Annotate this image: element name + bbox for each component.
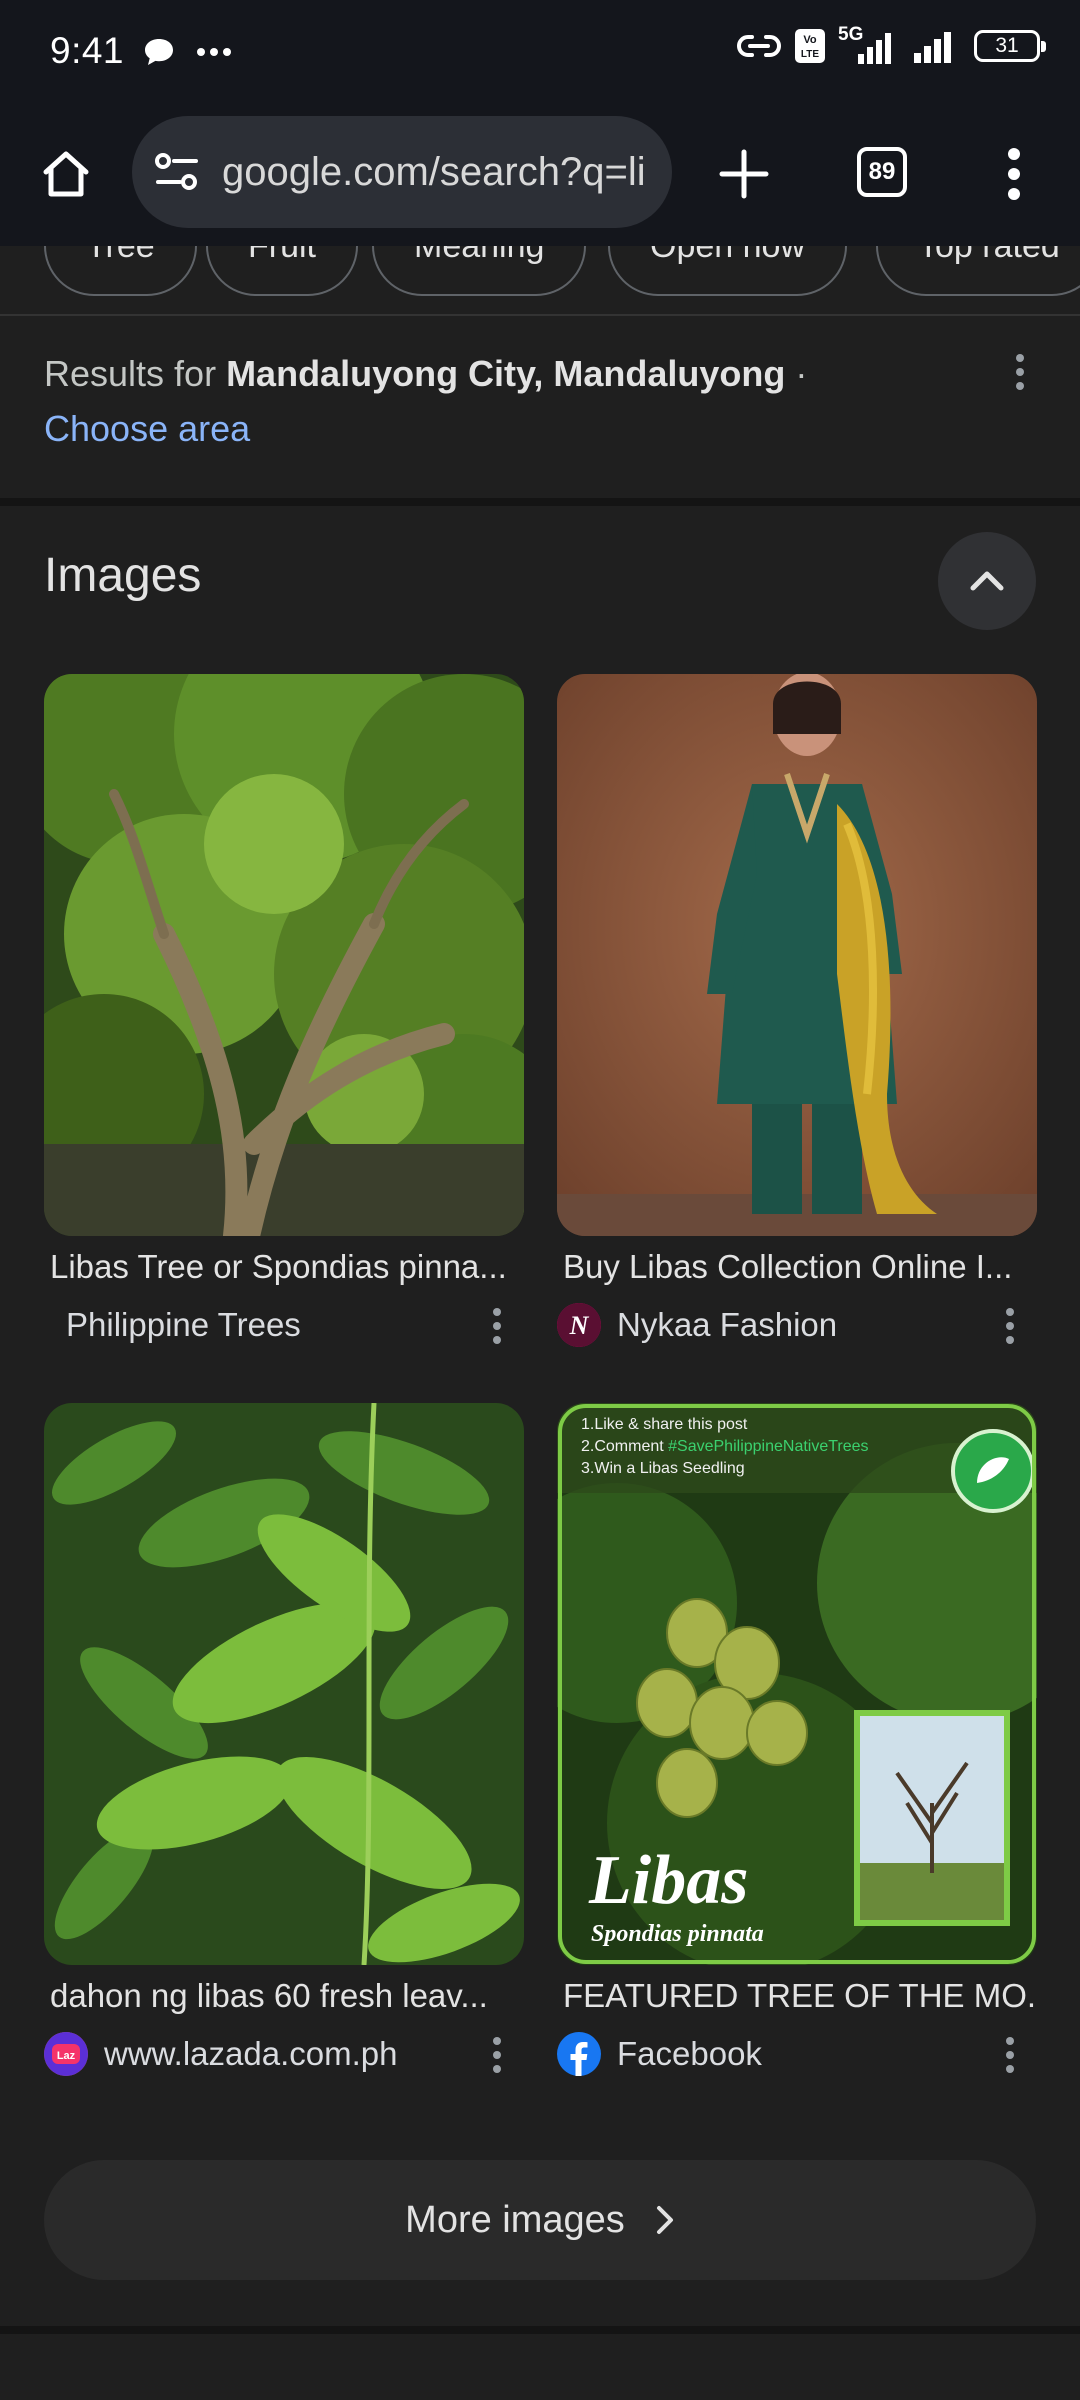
svg-text:N: N [569, 1311, 590, 1340]
tab-switcher-button[interactable]: 89 [844, 134, 920, 210]
signal-strength-2-icon [914, 32, 951, 63]
poster-title: Libas [588, 1842, 748, 1919]
battery-indicator: 31 [974, 30, 1046, 62]
url-text: google.com/search?q=li [222, 149, 646, 194]
hotspot-link-icon [737, 35, 781, 57]
image-thumbnail-tree[interactable] [44, 674, 524, 1236]
choose-area-link[interactable]: Choose area [44, 408, 250, 449]
collapse-images-button[interactable] [938, 532, 1036, 630]
more-images-label: More images [405, 2198, 625, 2241]
chip-top-rated[interactable]: Top rated [876, 246, 1080, 296]
volte-icon: Vo LTE [795, 29, 825, 63]
images-section-title: Images [44, 549, 202, 602]
image-caption[interactable]: Buy Libas Collection Online I... [557, 1248, 1037, 1286]
browser-menu-button[interactable] [978, 136, 1050, 212]
section-divider [0, 2326, 1080, 2334]
poster-line-3: 3.Win a Libas Seedling [581, 1460, 745, 1477]
svg-text:Laz: Laz [57, 2050, 76, 2062]
source-name: Philippine Trees [66, 1306, 301, 1343]
more-vert-icon[interactable] [490, 1306, 504, 1346]
plus-icon [719, 149, 769, 199]
network-5g-label: 5G [838, 24, 900, 64]
svg-text:LTE: LTE [801, 49, 819, 60]
status-time: 9:41 [50, 30, 125, 71]
image-result-card[interactable]: Libas Tree or Spondias pinna... Philippi… [44, 674, 524, 1348]
image-caption[interactable]: dahon ng libas 60 fresh leav... [44, 1977, 524, 2015]
chip-tree[interactable]: Tree [44, 246, 197, 296]
image-caption[interactable]: FEATURED TREE OF THE MO... [557, 1977, 1037, 2015]
location-name: Mandaluyong City, Mandaluyong [226, 353, 786, 394]
more-vert-icon[interactable] [490, 2035, 504, 2075]
image-source[interactable]: Facebook [557, 2031, 1037, 2077]
chip-open-now[interactable]: Open now [608, 246, 847, 296]
more-vert-icon [1008, 148, 1020, 200]
home-icon [43, 151, 89, 197]
svg-text:Vo: Vo [803, 34, 817, 46]
site-settings-icon [155, 153, 198, 190]
more-vert-icon[interactable] [1003, 1306, 1017, 1346]
new-tab-button[interactable] [706, 136, 782, 212]
status-right-icons: Vo LTE 5G 31 [736, 24, 1046, 64]
section-divider [0, 498, 1080, 506]
poster-line-1: 1.Like & share this post [581, 1416, 748, 1433]
image-result-card[interactable]: 1.Like & share this post 2.Comment #Save… [557, 1403, 1037, 2077]
poster-subtitle: Spondias pinnata [591, 1921, 764, 1947]
results-for-location: Results for Mandaluyong City, Mandaluyon… [44, 353, 808, 449]
nykaa-logo-icon: N [557, 1303, 601, 1347]
chip-meaning[interactable]: Meaning [372, 246, 587, 296]
signal-strength-icon [858, 33, 891, 64]
source-name: Facebook [617, 2035, 762, 2072]
source-name: Nykaa Fashion [617, 1306, 838, 1343]
more-vert-icon [1016, 354, 1024, 390]
poster-hashtag: #SavePhilippineNativeTrees [668, 1438, 868, 1455]
home-button[interactable] [30, 138, 102, 210]
image-result-card[interactable]: Buy Libas Collection Online I... N Nykaa… [557, 674, 1037, 1348]
facebook-logo-icon [557, 2032, 601, 2076]
image-thumbnail-libas-poster[interactable]: 1.Like & share this post 2.Comment #Save… [557, 1403, 1037, 1965]
image-caption[interactable]: Libas Tree or Spondias pinna... [44, 1248, 524, 1286]
browser-toolbar: google.com/search?q=li 89 [0, 110, 1080, 246]
image-thumbnail-libas-dress[interactable] [557, 674, 1037, 1236]
image-result-card[interactable]: dahon ng libas 60 fresh leav... Laz www.… [44, 1403, 524, 2077]
location-options-button[interactable] [1000, 352, 1040, 392]
poster-line-2: 2.Comment [581, 1438, 668, 1455]
url-bar[interactable]: google.com/search?q=li [132, 116, 672, 228]
svg-text:2.Comment #SavePhilippineNativ: 2.Comment #SavePhilippineNativeTrees [581, 1438, 869, 1455]
more-images-button[interactable]: More images [44, 2160, 1036, 2280]
chat-bubble-icon [145, 39, 173, 65]
chevron-right-icon [656, 2206, 673, 2234]
chip-fruit[interactable]: Fruit [206, 246, 358, 296]
source-name: www.lazada.com.ph [104, 2035, 398, 2072]
more-notifications-icon [197, 48, 231, 56]
image-source[interactable]: Laz www.lazada.com.ph [44, 2031, 524, 2077]
tab-count: 89 [857, 147, 907, 197]
image-source[interactable]: Philippine Trees [44, 1302, 524, 1348]
more-vert-icon[interactable] [1003, 2035, 1017, 2075]
filter-chips-row: Tree Fruit Meaning Open now Top rated [0, 246, 1080, 316]
status-left-icons [142, 36, 232, 68]
image-source[interactable]: N Nykaa Fashion [557, 1302, 1037, 1348]
chevron-up-icon [970, 571, 1004, 591]
status-bar: 9:41 Vo LTE 5G 31 [0, 0, 1080, 110]
lazada-logo-icon: Laz [44, 2032, 88, 2076]
image-thumbnail-leaves[interactable] [44, 1403, 524, 1965]
